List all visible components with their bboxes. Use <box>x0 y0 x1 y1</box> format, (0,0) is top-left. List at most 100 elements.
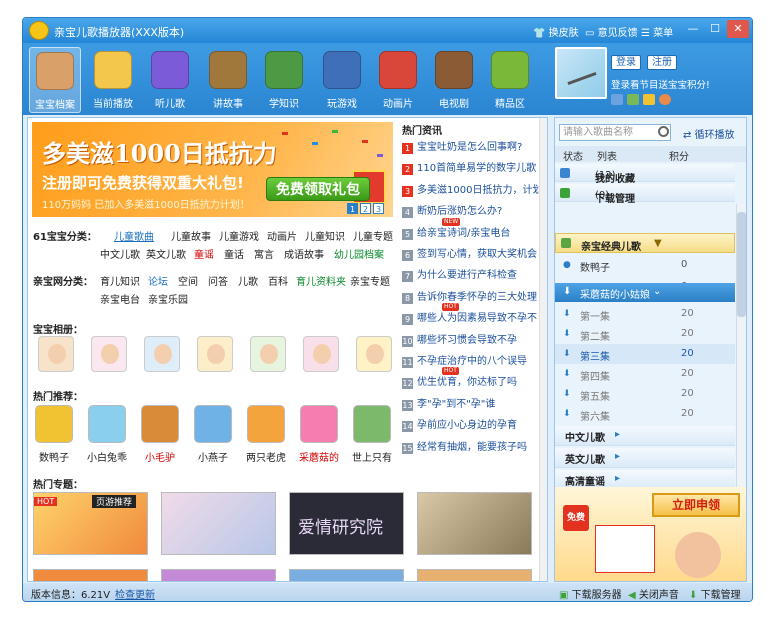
net-category-link[interactable]: 育儿资料夹 <box>296 273 346 288</box>
apply-now-button[interactable]: 立即申领 <box>652 493 740 517</box>
menu-link[interactable]: ☰ 菜单 <box>641 24 673 39</box>
recommend-item[interactable]: 数鸭子 <box>33 405 75 464</box>
news-item[interactable]: 6 签到写心情，获取大奖机会 <box>402 245 542 261</box>
nav-story-book[interactable]: 讲故事 <box>202 47 254 113</box>
news-item[interactable]: 15 经常有抽烟，能要孩子吗 <box>402 438 542 454</box>
content-scrollbar[interactable] <box>539 118 547 581</box>
nav-cartoon[interactable]: 动画片 <box>372 47 424 113</box>
baby-photo[interactable] <box>356 336 392 372</box>
net-category-link[interactable]: 儿歌 <box>238 273 258 288</box>
maximize-button[interactable]: ☐ <box>704 20 726 38</box>
news-item[interactable]: 2 110首简单易学的数字儿歌 <box>402 159 542 176</box>
title-bar[interactable]: 亲宝儿歌播放器(XXX版本) 👕 换皮肤 ▭ 意见反馈 ☰ 菜单 — ☐ ✕ <box>23 18 752 43</box>
claim-gift-button[interactable]: 免费领取礼包 <box>266 177 370 201</box>
news-item[interactable]: 5 给亲宝诗词/亲宝电台 NEW <box>402 217 542 240</box>
net-category-link[interactable]: 亲宝乐园 <box>148 291 188 306</box>
recommend-item[interactable]: 小毛驴 <box>139 405 181 464</box>
baby-photo[interactable] <box>38 336 74 372</box>
net-category-link[interactable]: 空间 <box>178 273 198 288</box>
category-link[interactable]: 儿童歌曲 <box>114 228 154 243</box>
register-button[interactable]: 注册 <box>647 55 677 70</box>
check-update-link[interactable]: 检查更新 <box>115 586 155 601</box>
favorites-row[interactable]: 我的收藏 (12) <box>555 164 735 185</box>
sub-album-row[interactable]: ⬇ 采蘑菇的小姑娘 ⌄ <box>555 283 735 302</box>
download-manage-button[interactable]: ⬇ 下载管理 <box>689 586 741 601</box>
topic-banner[interactable] <box>289 569 404 581</box>
playlist-scroll-thumb[interactable] <box>737 212 746 317</box>
baby-photo[interactable] <box>91 336 127 372</box>
nav-knowledge-book[interactable]: 学知识 <box>258 47 310 113</box>
nav-baby-profile[interactable]: 宝宝档案 <box>29 47 81 113</box>
episode-row[interactable]: ⬇ 第一集 20 <box>555 304 735 324</box>
nav-now-playing[interactable]: 当前播放 <box>87 47 139 113</box>
episode-row[interactable]: ⬇ 第四集 20 <box>555 364 735 384</box>
topic-banner[interactable] <box>161 569 276 581</box>
news-item[interactable]: 13 李"孕"到不"孕"谁 <box>402 395 542 411</box>
news-item[interactable]: 4 断奶后涨奶怎么办? <box>402 202 542 219</box>
playlist-song[interactable]: ● 数鸭子 0 <box>555 255 735 275</box>
topic-banner[interactable] <box>417 492 532 555</box>
net-category-link[interactable]: 百科 <box>268 273 288 288</box>
category-link[interactable]: 儿童专题 <box>353 228 393 243</box>
net-category-link[interactable]: 亲宝电台 <box>100 291 140 306</box>
news-item[interactable]: 9 哪些人为因素易导致不孕不 HOT <box>402 303 542 326</box>
playlist-group[interactable]: 英文儿歌 ▸ <box>555 448 735 468</box>
search-input[interactable]: 请输入歌曲名称 <box>559 124 671 141</box>
news-item[interactable]: 8 告诉你春季怀孕的三大处理 <box>402 288 542 304</box>
banner-page-1[interactable]: 1 <box>347 203 358 214</box>
episode-row[interactable]: ⬇ 第五集 20 <box>555 384 735 404</box>
recommend-item[interactable]: 两只老虎 <box>245 405 287 464</box>
mute-button[interactable]: ◀ 关闭声音 <box>628 586 679 601</box>
category-link[interactable]: 幼儿园档案 <box>334 246 384 261</box>
nav-tv[interactable]: 电视剧 <box>428 47 480 113</box>
news-item[interactable]: 12 优生优育，你达标了吗 HOT <box>402 367 542 390</box>
category-link[interactable]: 中文儿歌 <box>100 246 140 261</box>
album-row[interactable]: 亲宝经典儿歌 ▼ <box>555 233 735 253</box>
net-category-link[interactable]: 论坛 <box>148 273 168 288</box>
episode-row[interactable]: ⬇ 第三集 20 <box>555 344 735 364</box>
nav-star[interactable]: 精品区 <box>484 47 536 113</box>
topic-banner[interactable]: 爱情研究院 <box>289 492 404 555</box>
edit-icon[interactable] <box>611 94 623 105</box>
net-category-link[interactable]: 育儿知识 <box>100 273 140 288</box>
banner-page-2[interactable]: 2 <box>360 203 371 214</box>
feedback-link[interactable]: ▭ 意见反馈 <box>585 24 638 39</box>
net-category-link[interactable]: 问答 <box>208 273 228 288</box>
category-link[interactable]: 动画片 <box>267 228 297 243</box>
search-icon[interactable] <box>658 126 669 137</box>
photo-icon[interactable] <box>627 94 639 105</box>
news-item[interactable]: 10 哪些坏习惯会导致不孕 <box>402 331 542 347</box>
category-link[interactable]: 儿童知识 <box>305 228 345 243</box>
news-item[interactable]: 3 多美滋1000日抵抗力，计划 <box>402 181 542 197</box>
baby-photo[interactable] <box>303 336 339 372</box>
download-manager-row[interactable]: 下载管理 (0) <box>555 184 735 205</box>
promo-ad[interactable]: 免费 立即申领 <box>555 487 746 581</box>
baby-photo[interactable] <box>197 336 233 372</box>
category-link[interactable]: 寓言 <box>254 246 274 261</box>
category-link[interactable]: 成语故事 <box>284 246 324 261</box>
recommend-item[interactable]: 世上只有 <box>351 405 393 464</box>
login-button[interactable]: 登录 <box>611 55 641 70</box>
net-category-link[interactable]: 亲宝专题 <box>350 273 390 288</box>
topic-banner[interactable] <box>417 569 532 581</box>
news-item[interactable]: 14 孕前应小心身边的孕育 <box>402 416 542 433</box>
category-link[interactable]: 童谣 <box>194 246 214 261</box>
recommend-item[interactable]: 小燕子 <box>192 405 234 464</box>
news-item[interactable]: 1 宝宝吐奶是怎么回事啊? <box>402 138 542 154</box>
friends-icon[interactable] <box>659 94 671 105</box>
topic-banner[interactable] <box>33 569 148 581</box>
playlist-group[interactable]: 中文儿歌 ▸ <box>555 426 735 446</box>
baby-photo[interactable] <box>144 336 180 372</box>
banner-page-3[interactable]: 3 <box>373 203 384 214</box>
promo-banner[interactable]: 多美滋1000日抵抗力 注册即可免费获得双重大礼包! 110万妈妈 已加入多美滋… <box>32 122 393 217</box>
loop-mode-button[interactable]: ⇄ 循环播放 <box>683 126 735 141</box>
change-skin-link[interactable]: 👕 换皮肤 <box>533 24 579 39</box>
download-server-button[interactable]: ▣ 下载服务器 <box>559 586 622 601</box>
nav-joystick[interactable]: 玩游戏 <box>316 47 368 113</box>
category-link[interactable]: 儿童故事 <box>171 228 211 243</box>
recommend-item[interactable]: 采蘑菇的 <box>298 405 340 464</box>
minimize-button[interactable]: — <box>682 20 704 38</box>
user-avatar[interactable] <box>555 47 607 99</box>
topic-banner[interactable]: 页游推荐 HOT <box>33 492 148 555</box>
category-link[interactable]: 儿童游戏 <box>219 228 259 243</box>
